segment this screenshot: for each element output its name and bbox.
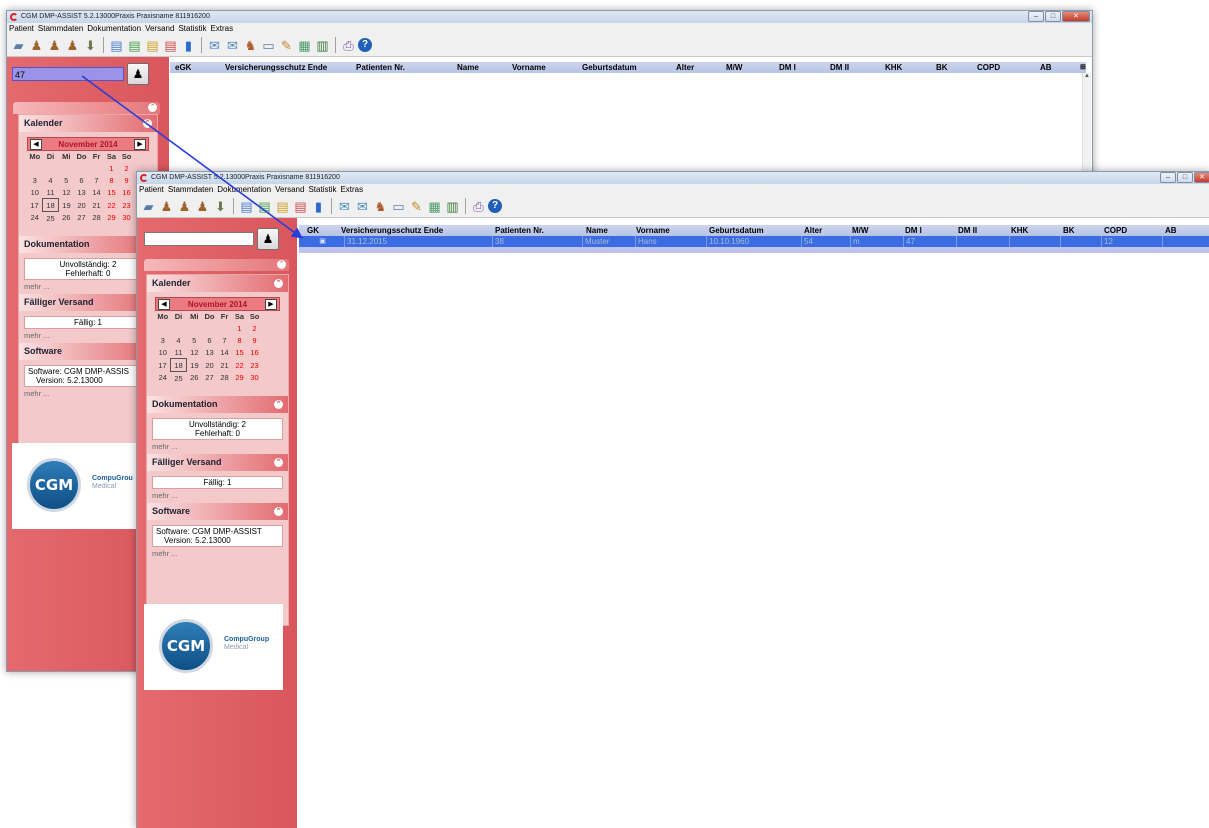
annotation-arrow bbox=[81, 75, 303, 239]
